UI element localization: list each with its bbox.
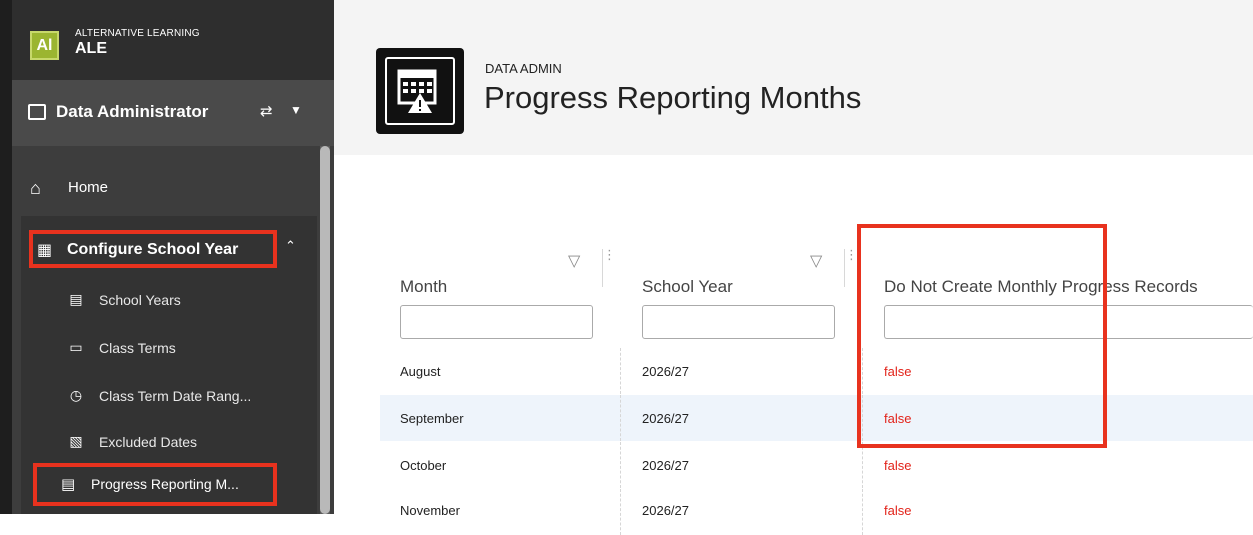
column-divider [862,489,863,535]
role-label: Data Administrator [56,102,209,121]
role-selector[interactable]: Data Administrator ⇄ ▼ [12,80,334,146]
home-icon: ⌂ [30,178,41,198]
table-row[interactable]: November 2026/27 false [380,489,1253,535]
page-kicker: DATA ADMIN [485,61,562,76]
school-year-cell: 2026/27 [642,503,689,518]
app-subtitle: ALTERNATIVE LEARNING [75,28,200,39]
sidebar-item-class-terms[interactable]: ▭ Class Terms [67,334,307,364]
scrollbar-thumb[interactable] [320,146,330,514]
do-not-create-cell: false [884,458,912,473]
column-menu-icon[interactable]: ⋮ [602,248,616,287]
month-cell: September [400,411,464,426]
month-cell: August [400,364,441,379]
school-year-cell: 2026/27 [642,364,689,379]
chevron-up-icon[interactable]: ⌃ [285,238,296,254]
calendar-icon: ▦ [37,242,53,259]
sidebar-group-configure-school-year: ▦ Configure School Year ⌃ ▤ School Years… [21,216,317,514]
calendar-warning-icon [376,48,464,134]
sidebar-item-class-term-date-ranges[interactable]: ◷ Class Term Date Rang... [67,382,307,412]
do-not-create-cell: false [884,503,912,518]
column-divider [862,442,863,488]
filter-icon[interactable]: ▽ [568,251,580,271]
app-name: ALE [75,40,107,57]
school-year-filter-input[interactable] [642,305,835,339]
month-cell: November [400,503,460,518]
monitor-icon: ▭ [69,339,83,355]
app-header: Al ALTERNATIVE LEARNING ALE [12,0,334,80]
caret-down-icon[interactable]: ▼ [290,103,302,117]
month-cell: October [400,458,447,473]
calendar-icon: ▤ [69,291,83,307]
sidebar-item-label: School Years [99,292,181,308]
sidebar-item-label: Excluded Dates [99,434,198,450]
calendar-warning-icon: ▤ [61,476,76,493]
sidebar-item-label: Progress Reporting M... [91,476,239,492]
sidebar-item-label: Configure School Year [67,241,239,258]
column-divider [620,348,621,394]
table-row[interactable]: October 2026/27 false [380,442,1253,488]
switch-role-icon[interactable]: ⇄ [260,102,273,120]
month-filter-input[interactable] [400,305,593,339]
sidebar-item-progress-reporting-months[interactable]: ▤ Progress Reporting M... [33,463,277,506]
school-year-cell: 2026/27 [642,411,689,426]
table-row[interactable]: September 2026/27 false [380,395,1253,441]
school-year-cell: 2026/27 [642,458,689,473]
column-divider [620,442,621,488]
id-card-icon [28,104,46,120]
app-logo: Al [30,31,59,60]
filter-icon[interactable]: ▽ [810,251,822,271]
window-edge [0,0,12,514]
highlight-annotation [857,224,1107,448]
column-title: Month [400,277,448,296]
column-header-month[interactable]: Month ▽ ⋮ [380,245,616,301]
sidebar-scrollbar[interactable] [320,146,330,514]
sidebar-item-home[interactable]: ⌂ Home [12,160,317,212]
column-divider [620,489,621,535]
sidebar-item-label: Home [68,179,109,196]
page-title: Progress Reporting Months [484,80,862,115]
column-divider [620,395,621,441]
column-menu-icon[interactable]: ⋮ [844,248,858,287]
column-title: School Year [642,277,733,296]
sidebar-item-label: Class Term Date Rang... [99,388,252,404]
sidebar-item-excluded-dates[interactable]: ▧ Excluded Dates [67,428,307,458]
calendar-clock-icon: ◷ [69,387,83,403]
sidebar: Al ALTERNATIVE LEARNING ALE Data Adminis… [12,0,334,514]
sidebar-item-school-years[interactable]: ▤ School Years [67,286,307,316]
sidebar-item-label: Class Terms [99,340,176,356]
page-header: DATA ADMIN Progress Reporting Months [334,0,1253,155]
table-row[interactable]: August 2026/27 false [380,348,1253,394]
column-header-school-year[interactable]: School Year ▽ ⋮ [622,245,858,301]
sidebar-item-configure-school-year[interactable]: ▦ Configure School Year [29,230,277,268]
calendar-x-icon: ▧ [69,433,83,449]
